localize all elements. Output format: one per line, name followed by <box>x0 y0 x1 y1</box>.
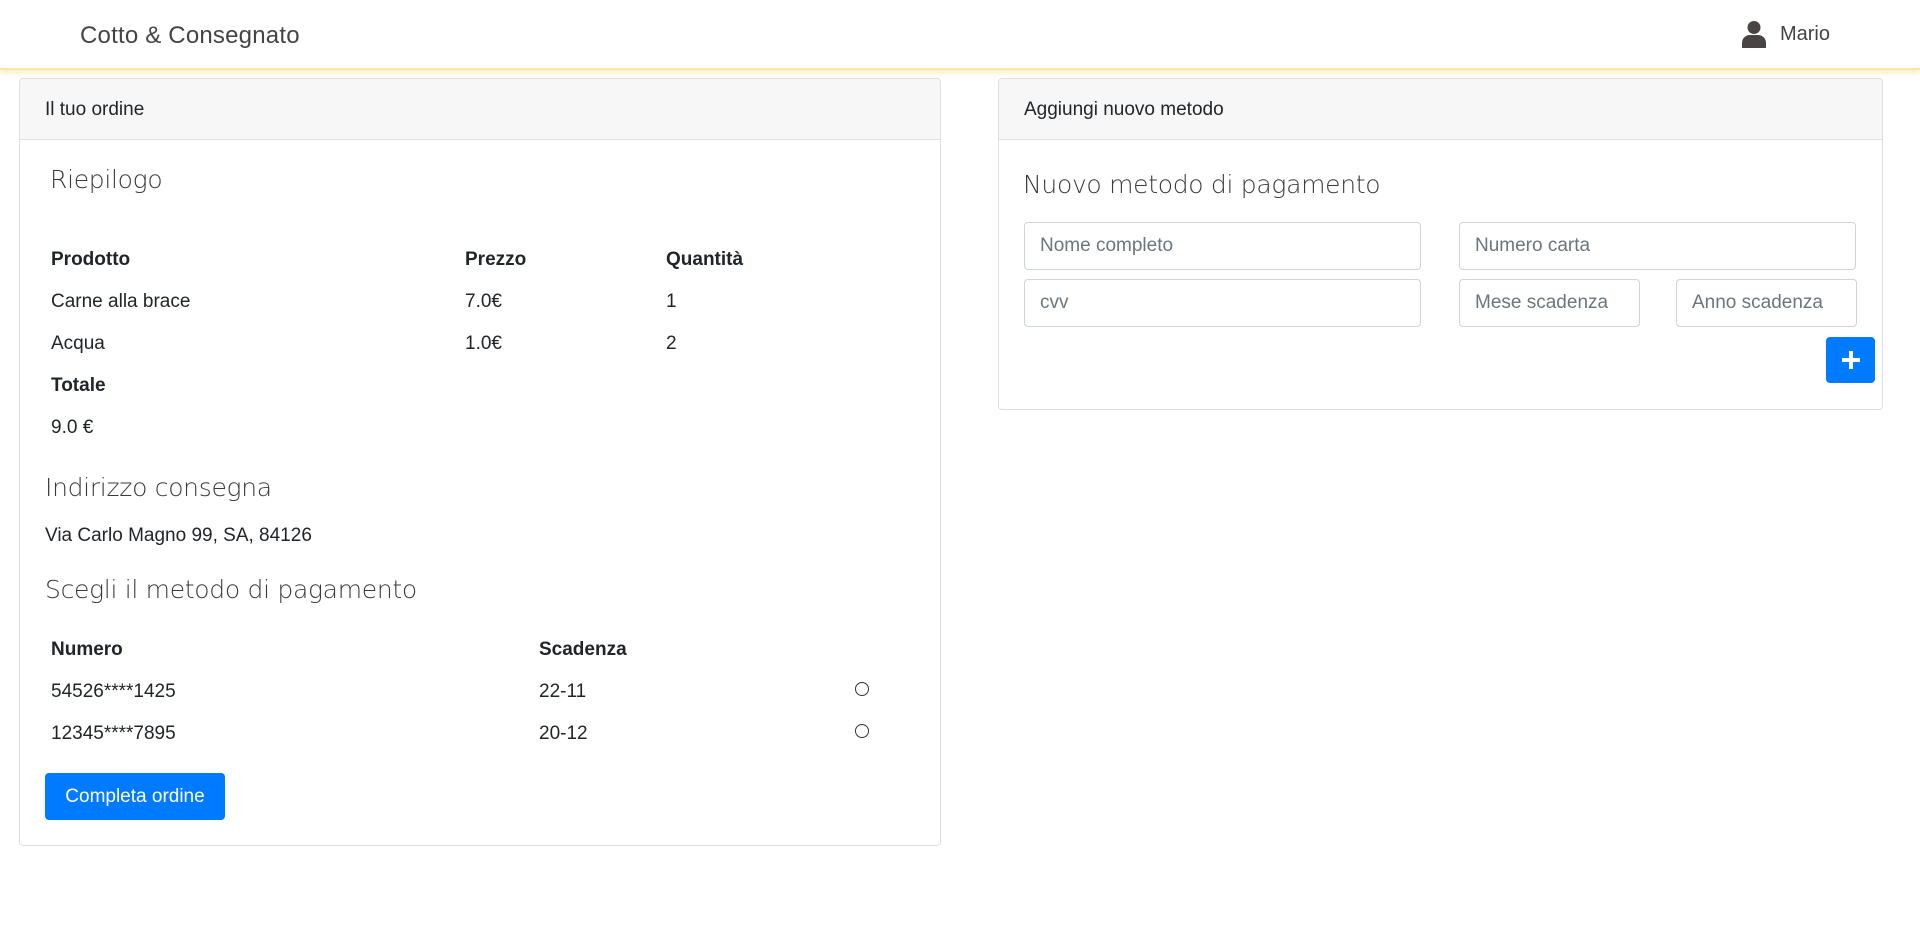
user-icon <box>1741 21 1766 48</box>
cvv-input[interactable] <box>1024 279 1421 327</box>
new-payment-method-card: Aggiungi nuovo metodo Nuovo metodo di pa… <box>998 78 1883 410</box>
order-item-quantity: 2 <box>666 333 677 354</box>
card-number: 54526****1425 <box>51 681 176 702</box>
order-item-price: 1.0€ <box>465 333 502 354</box>
user-name: Mario <box>1779 22 1830 45</box>
brand-logo[interactable]: Cotto & Consegnato <box>80 22 300 50</box>
new-method-card-header: Aggiungi nuovo metodo <box>999 79 1882 140</box>
column-header-price: Prezzo <box>465 249 527 270</box>
delivery-address: Via Carlo Magno 99, SA, 84126 <box>45 525 312 546</box>
order-item-product: Acqua <box>51 333 105 354</box>
user-menu[interactable]: Mario <box>1741 20 1830 48</box>
summary-title: Riepilogo <box>50 165 163 194</box>
order-item-price: 7.0€ <box>465 291 502 312</box>
expiry-month-input[interactable] <box>1459 279 1640 327</box>
column-header-expiry: Scadenza <box>539 639 627 660</box>
new-method-title: Nuovo metodo di pagamento <box>1023 170 1381 199</box>
column-header-product: Prodotto <box>51 249 131 270</box>
card-expiry: 22-11 <box>539 681 587 702</box>
add-payment-method-button[interactable] <box>1826 337 1875 383</box>
total-label: Totale <box>51 375 106 396</box>
order-item-quantity: 1 <box>666 291 677 312</box>
column-header-number: Numero <box>51 639 123 660</box>
navbar: Cotto & Consegnato Mario <box>0 0 1920 70</box>
card-expiry: 20-12 <box>539 723 588 744</box>
address-title: Indirizzo consegna <box>45 473 272 502</box>
expiry-year-input[interactable] <box>1676 279 1857 327</box>
order-card-header: Il tuo ordine <box>20 79 940 140</box>
payment-method-radio[interactable] <box>855 682 869 696</box>
order-card: Il tuo ordine Riepilogo Prodotto Prezzo … <box>19 78 941 846</box>
column-header-quantity: Quantità <box>666 249 744 270</box>
payment-method-radio[interactable] <box>855 724 869 738</box>
order-item-product: Carne alla brace <box>51 291 191 312</box>
full-name-input[interactable] <box>1024 222 1421 270</box>
card-number: 12345****7895 <box>51 723 176 744</box>
total-value: 9.0 € <box>51 417 94 438</box>
card-number-input[interactable] <box>1459 222 1856 270</box>
plus-icon <box>1841 351 1860 369</box>
complete-order-button[interactable]: Completa ordine <box>45 773 225 820</box>
payment-title: Scegli il metodo di pagamento <box>45 575 417 604</box>
